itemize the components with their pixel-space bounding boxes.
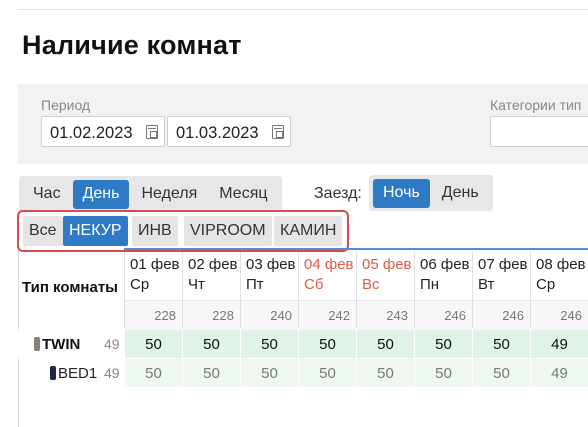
column-total: 246	[560, 308, 582, 323]
date-column-header[interactable]: 05 фев Вс 243	[356, 252, 414, 328]
table-row[interactable]: BED1 49 50 50 50 50 50 50 50 49	[18, 359, 588, 387]
column-weekday: Вс	[362, 276, 380, 293]
availability-cell[interactable]: 50	[472, 359, 530, 387]
date-column-header[interactable]: 02 фев Чт 228	[182, 252, 240, 328]
room-type-name[interactable]: TWIN	[34, 336, 80, 353]
availability-cell[interactable]: 50	[414, 330, 472, 358]
checkin-day[interactable]: День	[432, 179, 489, 208]
granularity-month[interactable]: Месяц	[209, 180, 277, 209]
column-weekday: Пт	[246, 276, 264, 293]
availability-cell[interactable]: 49	[530, 359, 588, 387]
availability-cell[interactable]: 50	[240, 330, 298, 358]
date-column-header[interactable]: 03 фев Пт 240	[240, 252, 298, 328]
date-column-header[interactable]: 08 фев Ср 246	[530, 252, 588, 328]
period-label: Период	[41, 97, 91, 113]
column-total: 240	[270, 308, 292, 323]
tab-inv[interactable]: ИНВ	[132, 216, 178, 246]
calendar-icon[interactable]	[272, 125, 284, 139]
date-from-value: 01.02.2023	[50, 124, 133, 142]
availability-cell[interactable]: 50	[182, 359, 240, 387]
date-to-input[interactable]: 01.03.2023	[167, 116, 291, 147]
date-from-input[interactable]: 01.02.2023	[41, 116, 165, 147]
column-date: 03 фев	[246, 256, 296, 273]
column-total: 228	[212, 308, 234, 323]
column-date: 07 фев	[478, 256, 528, 273]
availability-cell[interactable]: 50	[124, 330, 182, 358]
checkin-label: Заезд:	[314, 185, 362, 202]
categories-label: Категории тип	[490, 97, 582, 113]
column-total: 243	[386, 308, 408, 323]
column-date: 04 фев	[304, 256, 354, 273]
granularity-switch: Час День Неделя Месяц	[19, 176, 282, 212]
column-total: 246	[502, 308, 524, 323]
granularity-week[interactable]: Неделя	[131, 180, 207, 209]
room-type-label: BED1	[58, 365, 98, 382]
table-row[interactable]: TWIN 49 50 50 50 50 50 50 50 49	[18, 330, 588, 358]
granularity-day[interactable]: День	[72, 179, 130, 209]
date-column-header[interactable]: 04 фев Сб 242	[298, 252, 356, 328]
availability-cell[interactable]: 50	[298, 359, 356, 387]
header-divider	[18, 0, 588, 10]
column-weekday: Ср	[130, 276, 150, 293]
column-total: 228	[154, 308, 176, 323]
tab-kamin[interactable]: КАМИН	[274, 216, 343, 246]
checkin-switch: Ночь День	[369, 175, 493, 211]
room-count: 49	[104, 336, 120, 352]
grid-top-line	[124, 248, 588, 250]
date-column-header[interactable]: 06 фев Пн 246	[414, 252, 472, 328]
availability-cell[interactable]: 50	[124, 359, 182, 387]
column-total: 246	[444, 308, 466, 323]
availability-cell[interactable]: 50	[240, 359, 298, 387]
tab-nekur[interactable]: НЕКУР	[63, 216, 128, 246]
room-type-label: TWIN	[42, 336, 81, 353]
column-weekday: Ср	[536, 276, 556, 293]
page-title: Наличие комнат	[22, 30, 242, 60]
column-date: 01 фев	[130, 256, 180, 273]
availability-cell[interactable]: 49	[530, 330, 588, 358]
availability-cell[interactable]: 50	[182, 330, 240, 358]
column-weekday: Пн	[420, 276, 440, 293]
column-date: 05 фев	[362, 256, 412, 273]
availability-cell[interactable]: 50	[298, 330, 356, 358]
column-weekday: Чт	[188, 276, 205, 293]
room-color-marker	[50, 366, 56, 380]
column-weekday: Сб	[304, 276, 324, 293]
tab-all[interactable]: Все	[23, 216, 63, 246]
availability-cell[interactable]: 50	[356, 359, 414, 387]
column-weekday: Вт	[478, 276, 495, 293]
granularity-hour[interactable]: Час	[23, 180, 71, 209]
checkin-night[interactable]: Ночь	[373, 178, 430, 208]
availability-cell[interactable]: 50	[472, 330, 530, 358]
column-total: 242	[328, 308, 350, 323]
column-date: 08 фев	[536, 256, 586, 273]
room-count: 49	[104, 365, 120, 381]
availability-cell[interactable]: 50	[414, 359, 472, 387]
tab-viproom[interactable]: VIPROOM	[184, 216, 272, 246]
column-date: 02 фев	[188, 256, 238, 273]
date-column-header[interactable]: 01 фев Ср 228	[124, 252, 182, 328]
date-column-header[interactable]: 07 фев Вт 246	[472, 252, 530, 328]
calendar-icon[interactable]	[146, 125, 158, 139]
categories-select[interactable]	[490, 116, 588, 147]
date-to-value: 01.03.2023	[176, 124, 259, 142]
room-color-marker	[34, 337, 40, 351]
room-type-header: Тип комнаты	[22, 279, 118, 296]
column-date: 06 фев	[420, 256, 470, 273]
room-type-name[interactable]: BED1	[50, 365, 97, 382]
availability-cell[interactable]: 50	[356, 330, 414, 358]
